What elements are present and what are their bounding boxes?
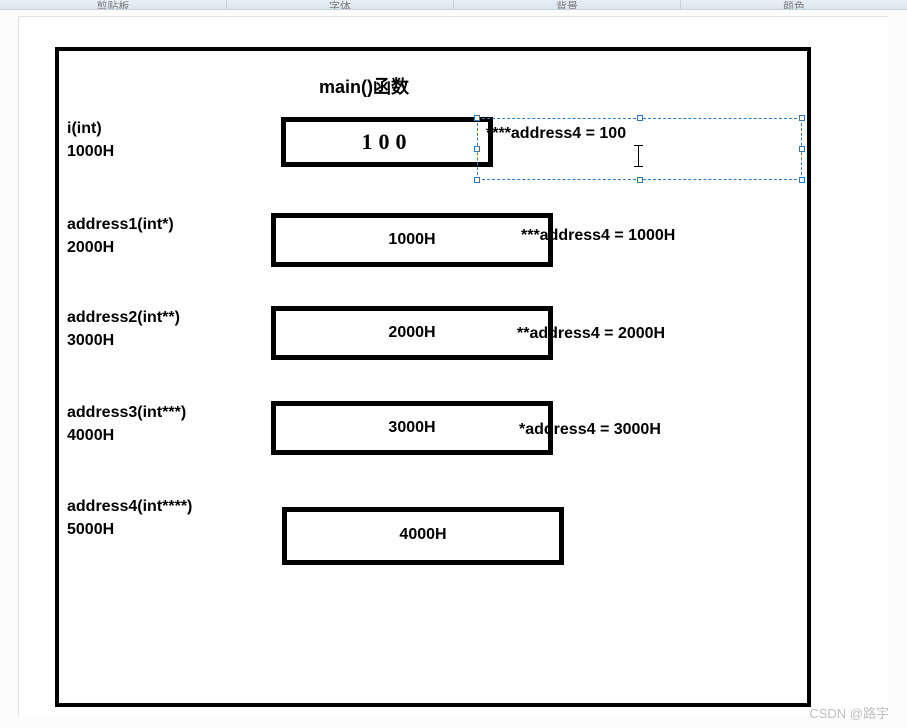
text-selection-box[interactable]: ****address4 = 100 — [477, 118, 802, 180]
resize-handle-top-left[interactable] — [474, 115, 480, 121]
var-addr-address3: 4000H — [67, 427, 114, 445]
ribbon-toolbar: 剪贴板 字体 背景 颜色 — [0, 0, 907, 10]
value-box-address4: 4000H — [282, 507, 564, 565]
ribbon-group-font: 字体 — [227, 0, 453, 9]
var-name-address1: address1(int*) — [67, 216, 174, 234]
resize-handle-mid-right[interactable] — [799, 146, 805, 152]
var-name-i: i(int) — [67, 120, 102, 138]
resize-handle-top-mid[interactable] — [637, 115, 643, 121]
var-name-address2: address2(int**) — [67, 309, 180, 327]
resize-handle-bottom-mid[interactable] — [637, 177, 643, 183]
var-name-address4: address4(int****) — [67, 498, 192, 516]
ribbon-group-clipboard: 剪贴板 — [0, 0, 226, 9]
var-name-address3: address3(int***) — [67, 404, 186, 422]
var-addr-address2: 3000H — [67, 332, 114, 350]
expr-text-2: **address4 = 2000H — [517, 325, 665, 343]
resize-handle-top-right[interactable] — [799, 115, 805, 121]
value-box-address3: 3000H — [271, 401, 553, 455]
var-addr-address1: 2000H — [67, 239, 114, 257]
ribbon-group-color: 颜色 — [681, 0, 907, 9]
value-box-address1: 1000H — [271, 213, 553, 267]
resize-handle-bottom-right[interactable] — [799, 177, 805, 183]
expr-text-3: *address4 = 3000H — [519, 421, 661, 439]
ribbon-group-background: 背景 — [454, 0, 680, 9]
watermark-text: CSDN @路宇 — [809, 703, 889, 722]
value-box-i: 100 — [281, 117, 493, 167]
drawing-canvas[interactable]: main()函数 i(int) 1000H 100 ****address4 =… — [18, 16, 888, 716]
expr-text-0[interactable]: ****address4 = 100 — [486, 125, 626, 143]
resize-handle-bottom-left[interactable] — [474, 177, 480, 183]
diagram-title: main()函数 — [319, 73, 409, 99]
expr-text-1: ***address4 = 1000H — [521, 227, 675, 245]
value-box-address2: 2000H — [271, 306, 553, 360]
var-addr-i: 1000H — [67, 143, 114, 161]
resize-handle-mid-left[interactable] — [474, 146, 480, 152]
var-addr-address4: 5000H — [67, 521, 114, 539]
text-cursor-icon — [638, 145, 639, 167]
